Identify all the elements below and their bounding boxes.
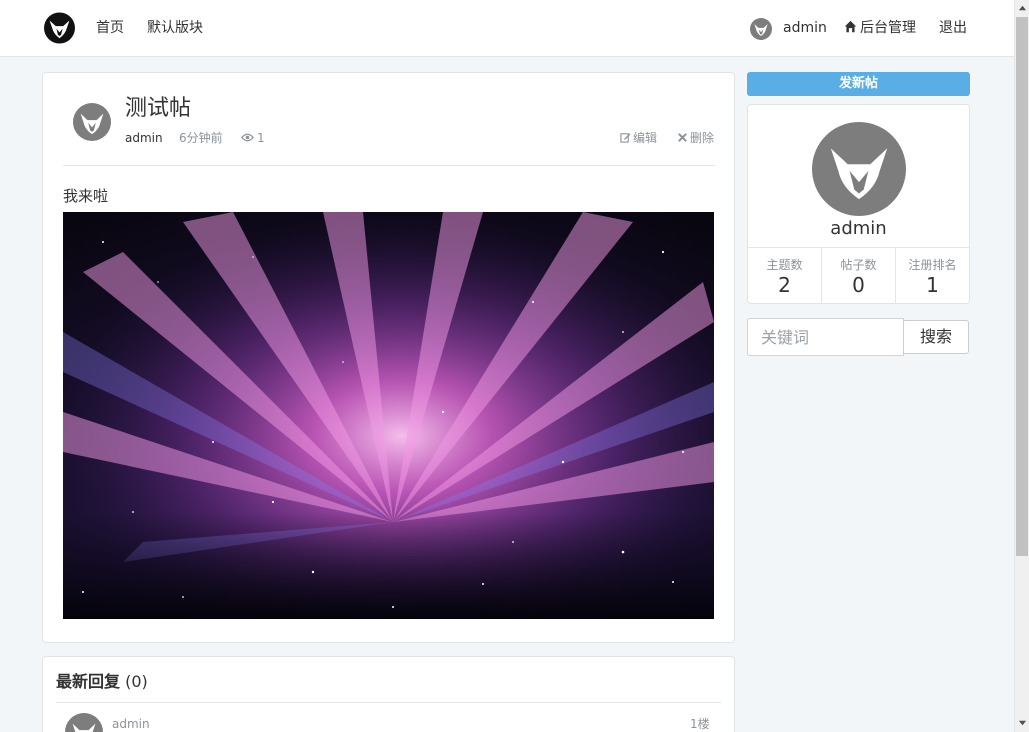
stat-posts: 帖子数 0 (822, 248, 896, 304)
replies-count: (0) (125, 672, 148, 691)
post-divider (63, 165, 715, 166)
scroll-thumb[interactable] (1016, 17, 1028, 556)
nav-link-default-board[interactable]: 默认版块 (147, 18, 203, 38)
replies-divider (56, 702, 721, 703)
post-views-count: 1 (257, 131, 265, 145)
reply-avatar[interactable] (65, 713, 103, 732)
delete-button[interactable]: 删除 (677, 130, 714, 146)
profile-card: admin 主题数 2 帖子数 0 注册排名 1 (747, 104, 970, 304)
stat-topics: 主题数 2 (748, 248, 822, 304)
post-views: 1 (241, 130, 265, 146)
stat-label: 注册排名 (908, 258, 957, 272)
stat-label: 帖子数 (840, 258, 877, 272)
vertical-scrollbar[interactable] (1014, 0, 1029, 732)
stat-value: 0 (852, 273, 865, 297)
edit-label: 编辑 (633, 131, 658, 145)
post-content: 我来啦 (63, 187, 109, 205)
post-author[interactable]: admin (125, 130, 163, 146)
nav-link-home[interactable]: 首页 (96, 18, 124, 38)
replies-heading: 最新回复 (0) (56, 671, 148, 693)
aurora-galaxy-image (63, 212, 714, 619)
stat-rank: 注册排名 1 (896, 248, 969, 304)
fox-head-logo-icon[interactable] (44, 12, 75, 44)
reply-floor: 1楼 (690, 717, 710, 731)
replies-card: 最新回复 (0) admin 1楼 (42, 656, 735, 732)
post-card: 测试帖 admin 6分钟前 1 编辑 删除 我来啦 (42, 72, 735, 643)
profile-name[interactable]: admin (748, 218, 969, 240)
stat-label: 主题数 (766, 258, 803, 272)
eye-icon (241, 133, 254, 142)
scroll-down-arrow-icon[interactable] (1018, 718, 1027, 727)
nav-link-logout[interactable]: 退出 (939, 18, 967, 38)
nav-link-admin[interactable]: 后台管理 (844, 18, 916, 38)
stat-value: 1 (926, 273, 939, 297)
stat-value: 2 (778, 273, 791, 297)
search-button[interactable]: 搜索 (903, 320, 969, 354)
edit-icon (620, 133, 631, 143)
user-avatar-icon[interactable] (750, 18, 772, 40)
profile-avatar[interactable] (812, 122, 906, 216)
post-time: 6分钟前 (179, 131, 223, 145)
reply-author[interactable]: admin (112, 716, 150, 732)
edit-button[interactable]: 编辑 (620, 130, 657, 146)
home-icon (844, 20, 857, 33)
new-post-button[interactable]: 发新帖 (747, 72, 970, 96)
close-icon (678, 133, 687, 142)
top-navbar: 首页 默认版块 admin 后台管理 退出 (0, 0, 1014, 57)
search-input[interactable] (747, 318, 904, 356)
profile-stats: 主题数 2 帖子数 0 注册排名 1 (748, 247, 969, 304)
post-author-avatar[interactable] (73, 103, 111, 141)
delete-label: 删除 (690, 131, 715, 145)
nav-admin-label: 后台管理 (860, 20, 916, 36)
nav-user-name[interactable]: admin (783, 18, 827, 38)
scroll-up-arrow-icon[interactable] (1018, 4, 1027, 13)
post-title: 测试帖 (125, 96, 192, 121)
replies-heading-label: 最新回复 (56, 672, 121, 691)
